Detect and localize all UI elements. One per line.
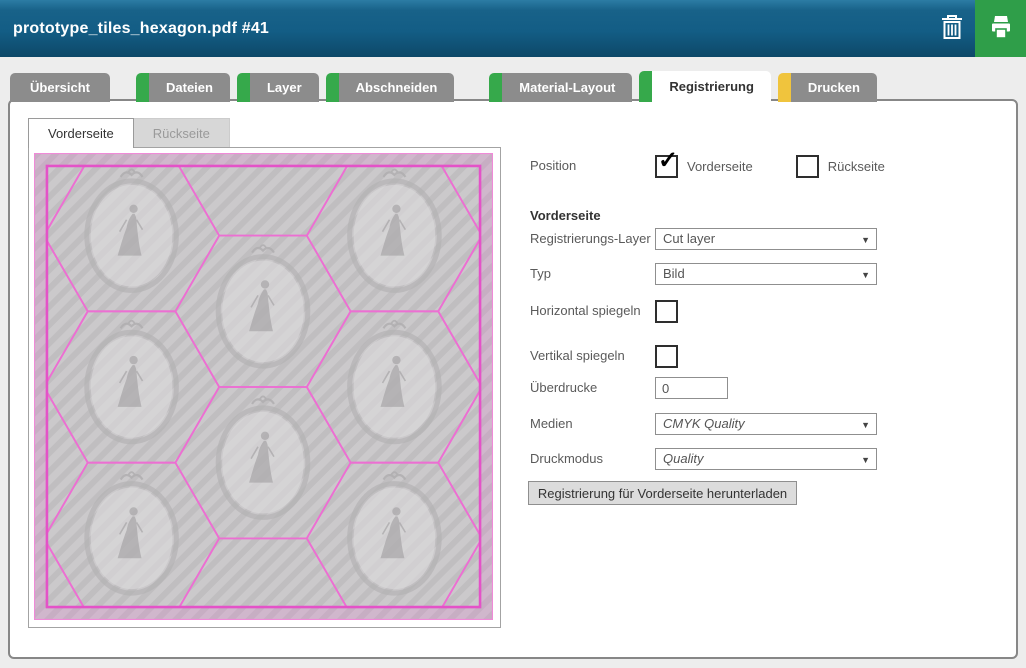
printer-icon bbox=[988, 14, 1014, 43]
position-rueckseite-checkbox[interactable] bbox=[796, 155, 819, 178]
position-label: Position bbox=[530, 155, 655, 174]
tab-abschneiden[interactable]: Abschneiden bbox=[326, 73, 455, 102]
delete-button[interactable] bbox=[929, 0, 975, 57]
tab-label: Abschneiden bbox=[339, 73, 455, 102]
tab-status-indicator bbox=[778, 73, 791, 102]
media-label: Medien bbox=[530, 413, 655, 432]
print-mode-value: Quality bbox=[663, 451, 703, 466]
tab-status-indicator bbox=[489, 73, 502, 102]
content-panel: Vorderseite Rückseite bbox=[8, 99, 1018, 659]
tab-label: Dateien bbox=[149, 73, 230, 102]
tab-label: Layer bbox=[250, 73, 319, 102]
type-label: Typ bbox=[530, 263, 655, 282]
tab-label: Material-Layout bbox=[502, 73, 632, 102]
registration-layer-value: Cut layer bbox=[663, 231, 715, 246]
overprint-input[interactable] bbox=[655, 377, 728, 399]
titlebar-actions bbox=[929, 0, 1026, 57]
dropdown-arrow-icon: ▼ bbox=[861, 230, 870, 250]
tab-material-layout[interactable]: Material-Layout bbox=[489, 73, 632, 102]
tab-uebersicht[interactable]: Übersicht bbox=[10, 73, 110, 102]
trash-icon bbox=[940, 13, 964, 44]
tab-registrierung[interactable]: Registrierung bbox=[639, 71, 771, 102]
tab-status-indicator bbox=[326, 73, 339, 102]
tab-status-indicator bbox=[639, 71, 652, 102]
dropdown-arrow-icon: ▼ bbox=[861, 415, 870, 435]
type-select[interactable]: Bild ▼ bbox=[655, 263, 877, 285]
tab-status-indicator bbox=[237, 73, 250, 102]
position-vorderseite-label: Vorderseite bbox=[687, 155, 753, 174]
registration-layer-label: Registrierungs-Layer bbox=[530, 228, 655, 247]
tab-status-indicator bbox=[136, 73, 149, 102]
side-subtabs: Vorderseite Rückseite bbox=[28, 118, 230, 148]
mirror-vertical-label: Vertikal spiegeln bbox=[530, 345, 655, 364]
main-tabs: Übersicht Dateien Layer Abschneiden Mate… bbox=[10, 71, 884, 102]
overprint-label: Überdrucke bbox=[530, 377, 655, 396]
dropdown-arrow-icon: ▼ bbox=[861, 265, 870, 285]
layout-preview bbox=[28, 147, 501, 628]
tab-label: Registrierung bbox=[652, 71, 771, 102]
tab-layer[interactable]: Layer bbox=[237, 73, 319, 102]
print-mode-select[interactable]: Quality ▼ bbox=[655, 448, 877, 470]
mirror-vertical-checkbox[interactable] bbox=[655, 345, 678, 368]
registration-layer-select[interactable]: Cut layer ▼ bbox=[655, 228, 877, 250]
type-value: Bild bbox=[663, 266, 685, 281]
hexagon-layout-preview-image bbox=[34, 153, 493, 620]
tab-label: Drucken bbox=[791, 73, 877, 102]
position-vorderseite-checkbox[interactable]: ✓ bbox=[655, 155, 678, 178]
tab-drucken[interactable]: Drucken bbox=[778, 73, 877, 102]
download-registration-button[interactable]: Registrierung für Vorderseite herunterla… bbox=[528, 481, 797, 505]
mirror-horizontal-checkbox[interactable] bbox=[655, 300, 678, 323]
media-select[interactable]: CMYK Quality ▼ bbox=[655, 413, 877, 435]
subtab-rueckseite[interactable]: Rückseite bbox=[134, 118, 230, 148]
dropdown-arrow-icon: ▼ bbox=[861, 450, 870, 470]
checkmark-icon: ✓ bbox=[658, 149, 678, 173]
print-button[interactable] bbox=[975, 0, 1026, 57]
position-rueckseite-label: Rückseite bbox=[828, 155, 885, 174]
registration-form: Position ✓ Vorderseite Rückseite Vorders… bbox=[530, 101, 920, 657]
tab-dateien[interactable]: Dateien bbox=[136, 73, 230, 102]
window-titlebar: prototype_tiles_hexagon.pdf #41 bbox=[0, 0, 1026, 57]
media-value: CMYK Quality bbox=[663, 416, 745, 431]
subtab-vorderseite[interactable]: Vorderseite bbox=[28, 118, 134, 148]
window-title: prototype_tiles_hexagon.pdf #41 bbox=[0, 20, 269, 38]
print-mode-label: Druckmodus bbox=[530, 448, 655, 467]
mirror-horizontal-label: Horizontal spiegeln bbox=[530, 300, 655, 319]
section-header-vorderseite: Vorderseite bbox=[530, 208, 601, 223]
